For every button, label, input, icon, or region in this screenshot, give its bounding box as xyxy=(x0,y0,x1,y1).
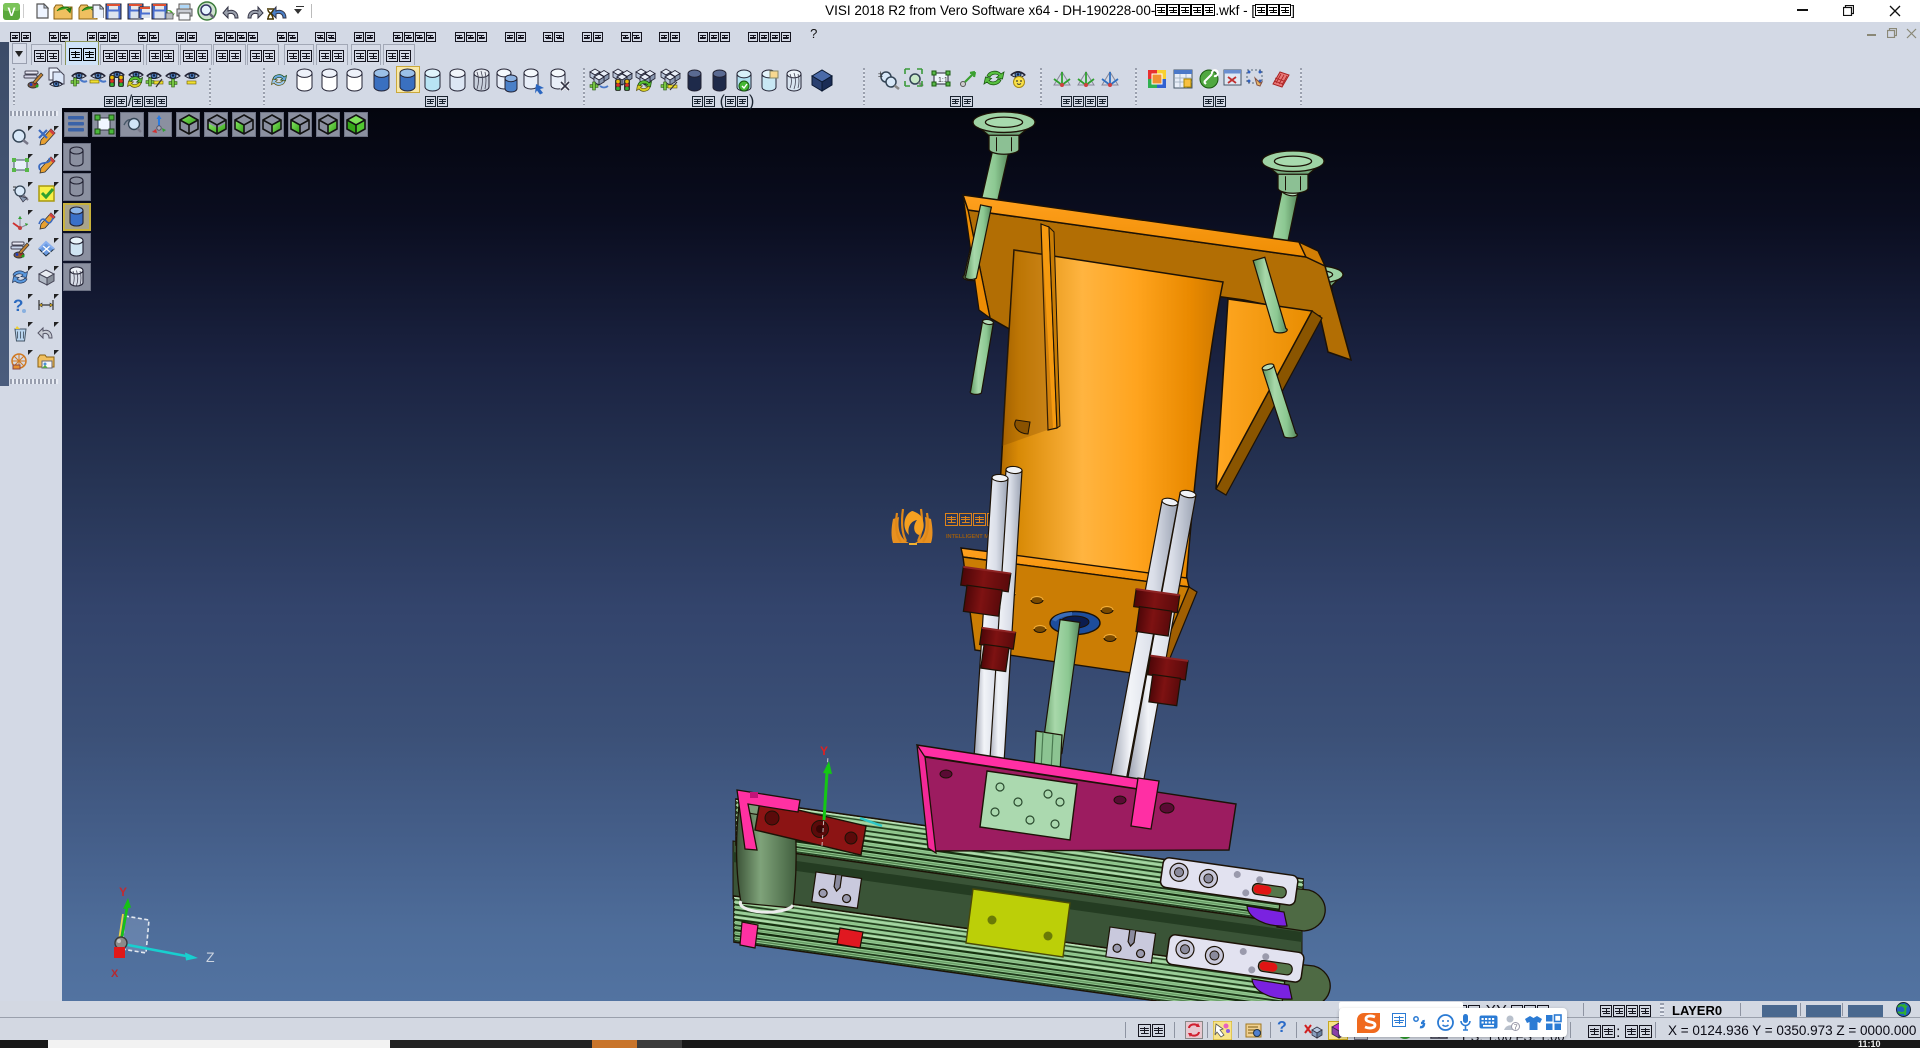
svg-text:1:1: 1:1 xyxy=(938,77,948,84)
svg-text:X: X xyxy=(111,968,119,980)
svg-text:±: ± xyxy=(878,69,883,79)
svg-text:Y: Y xyxy=(820,744,828,758)
svg-text:?: ? xyxy=(13,296,23,315)
svg-text:Z: Z xyxy=(206,949,215,965)
svg-text:7: 7 xyxy=(1514,1025,1518,1032)
svg-text:Y: Y xyxy=(119,885,127,899)
